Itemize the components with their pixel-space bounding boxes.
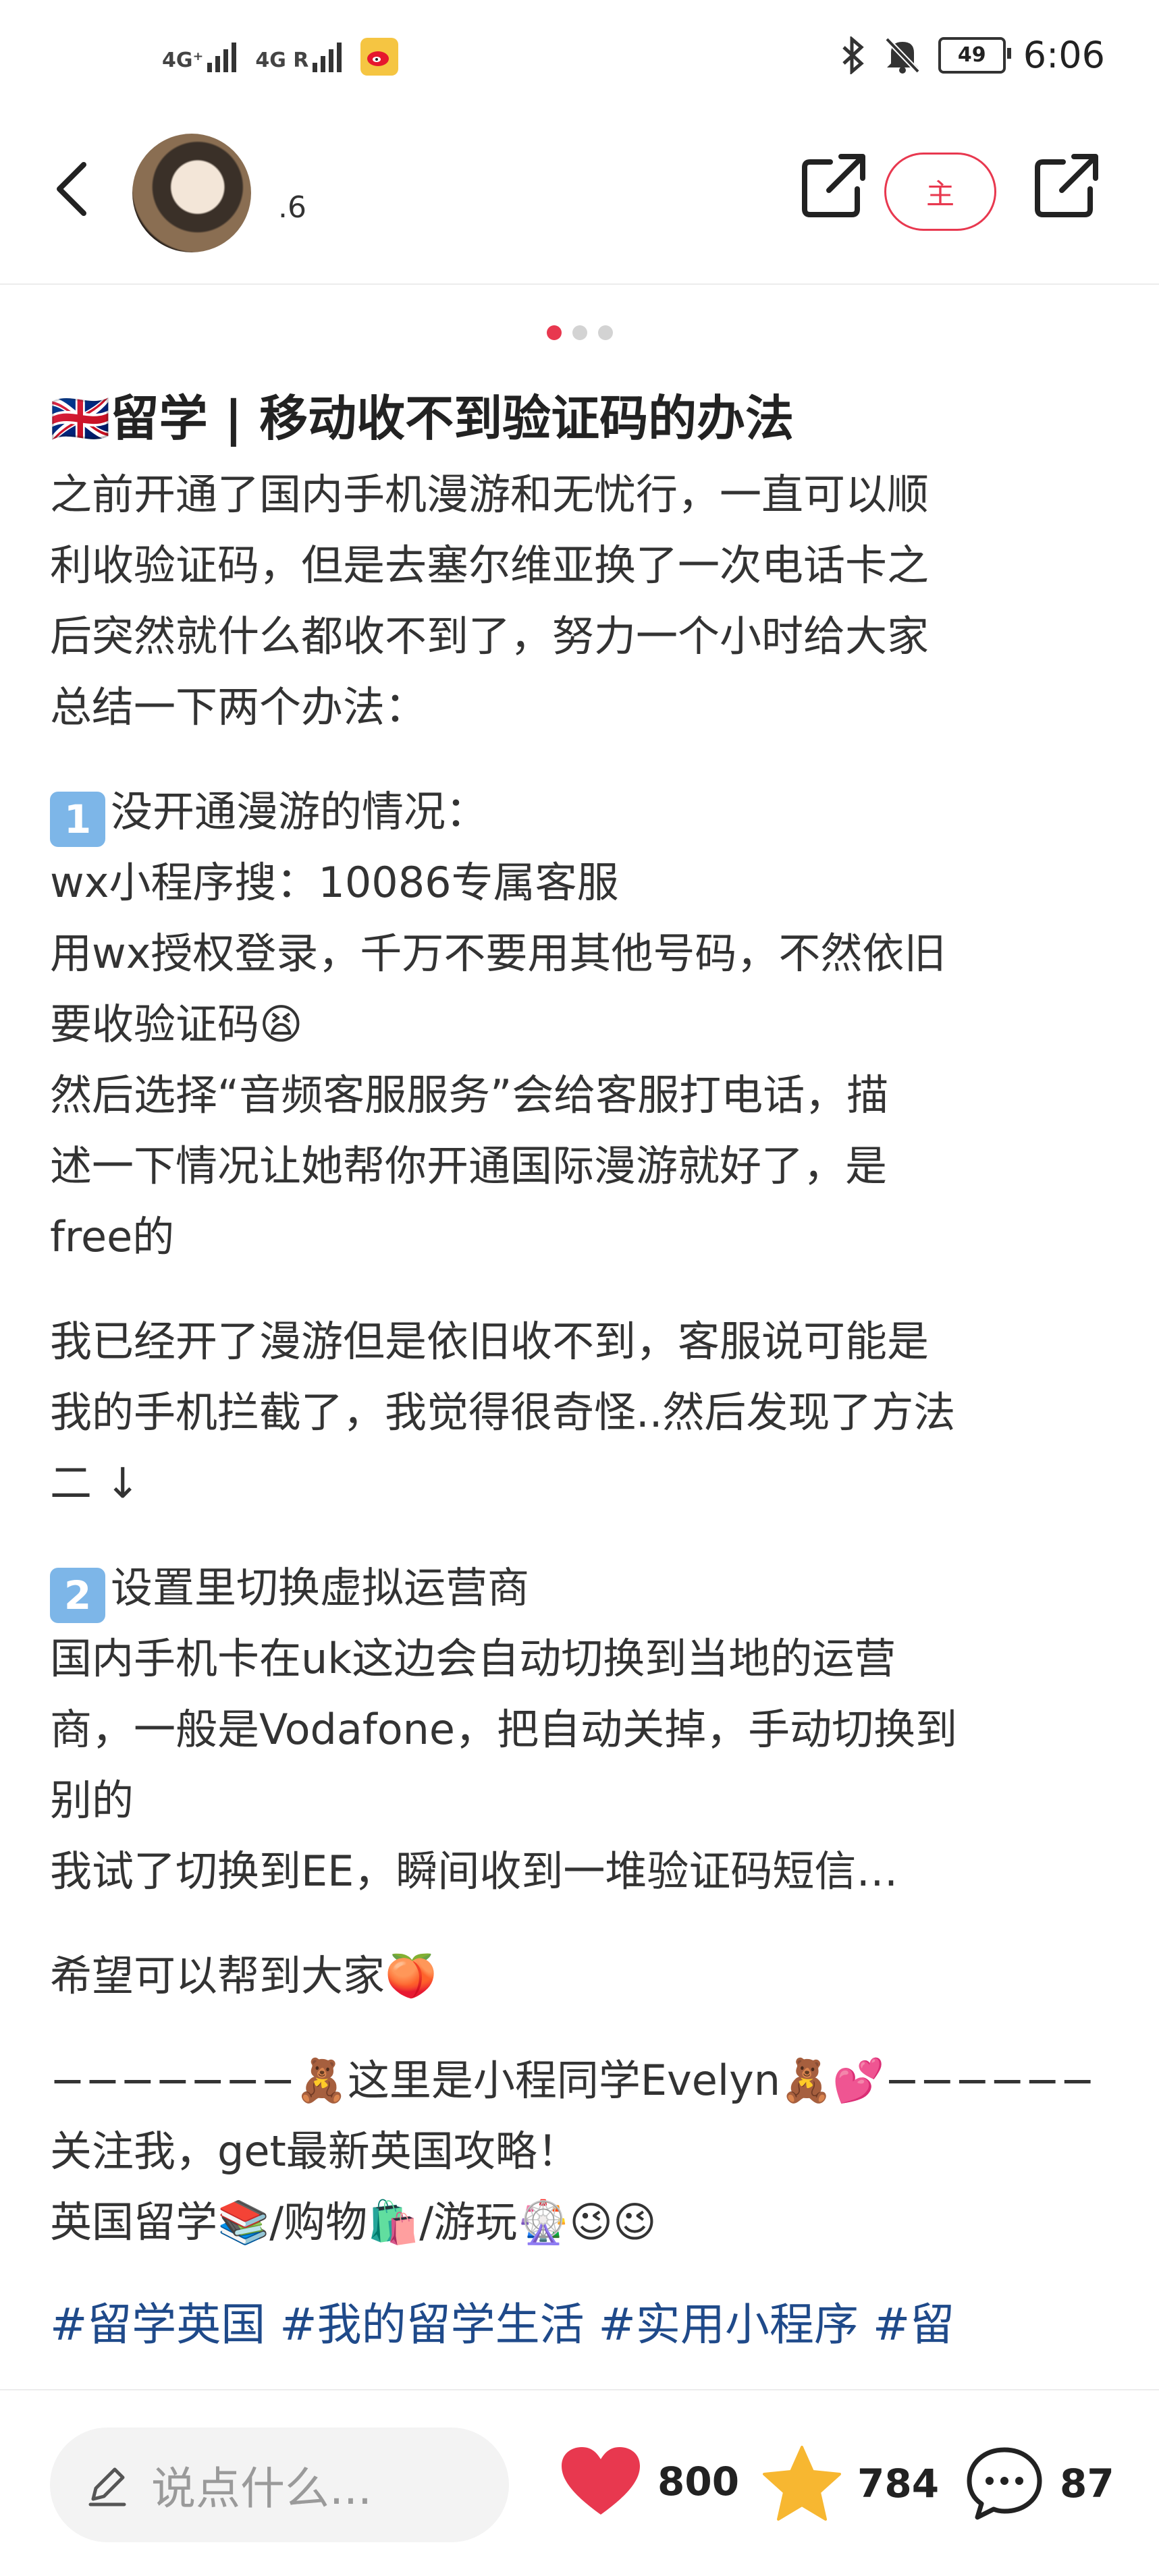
follow-label: 主 [925, 177, 954, 211]
like-button[interactable]: 800 [559, 2444, 739, 2519]
method1-line: 用wx授权登录，千万不要用其他号码，不然依旧 [50, 929, 946, 978]
clock: 6:06 [1023, 34, 1105, 76]
signature-line: −−−−−−−🧸这里是小程同学Evelyn🧸💕−−−−−− [50, 2056, 1096, 2105]
middle-line: 二 ↓ [50, 1458, 140, 1508]
status-bar-left: 4G⁺ 4G R [162, 38, 399, 76]
comment-placeholder: 说点什么... [151, 2463, 372, 2515]
bluetooth-icon [842, 36, 864, 74]
keycap-one-icon: 1 [50, 792, 105, 847]
hashtag-list[interactable]: #留学英国 #我的留学生活 #实用小程序 #留 [50, 2284, 1116, 2365]
signal-indicator-1: 4G⁺ [162, 41, 237, 72]
carousel-dot[interactable] [572, 325, 587, 340]
avatar[interactable] [132, 134, 251, 252]
follow-button[interactable]: 主 [884, 153, 996, 231]
method2-heading: 2 设置里切换虚拟运营商 [50, 1552, 1116, 1623]
star-icon [763, 2446, 841, 2521]
signal-bars-icon [313, 41, 342, 72]
intro-line: 总结一下两个办法： [50, 682, 427, 732]
comment-button[interactable]: 87 [964, 2444, 1114, 2523]
method1-line: 述一下情况让她帮你开通国际漫游就好了，是 [50, 1141, 888, 1190]
signal-label-1: 4G⁺ [162, 49, 204, 72]
method1-title: 没开通漫游的情况： [111, 787, 488, 836]
status-bar-right: 49 6:06 [840, 34, 1105, 76]
signal-bars-icon [207, 41, 237, 72]
bottom-action-bar: 说点什么... 800 784 87 [0, 2389, 1159, 2576]
battery-level: 49 [957, 43, 986, 67]
post-header: .6 主 [0, 121, 1159, 285]
carousel-dot-active[interactable] [546, 325, 562, 340]
share-icon[interactable] [797, 148, 871, 223]
method2-line: 国内手机卡在uk这边会自动切换到当地的运营 [50, 1634, 896, 1683]
signal-indicator-2: 4G R [255, 41, 342, 72]
status-bar: 4G⁺ 4G R 49 6:06 [0, 0, 1159, 121]
method2-line: 别的 [50, 1776, 134, 1825]
intro-line: 利收验证码，但是去塞尔维亚换了一次电话卡之 [50, 541, 929, 590]
author-name[interactable]: .6 [278, 190, 306, 225]
signal-label-2: 4G R [255, 49, 309, 72]
method2-line: 我试了切换到EE，瞬间收到一堆验证码短信… [50, 1846, 898, 1896]
comment-bubble-icon [967, 2447, 1042, 2520]
middle-line: 我已经开了漫游但是依旧收不到，客服说可能是 [50, 1317, 929, 1366]
carousel-indicator [0, 325, 1159, 340]
carousel-dot[interactable] [597, 325, 613, 340]
favorite-count: 784 [857, 2461, 940, 2506]
mute-icon [884, 36, 920, 74]
signature-line: 关注我，get最新英国攻略！ [50, 2127, 579, 2176]
intro-line: 之前开通了国内手机漫游和无忧行，一直可以顺 [50, 470, 929, 519]
method1-line: wx小程序搜：10086专属客服 [50, 858, 619, 907]
favorite-button[interactable]: 784 [761, 2444, 939, 2523]
method1-line: free的 [50, 1212, 175, 1261]
post-content: 🇬🇧留学 | 移动收不到验证码的办法 之前开通了国内手机漫游和无忧行，一直可以顺… [50, 378, 1116, 2365]
back-icon[interactable] [41, 155, 108, 223]
heart-icon [562, 2447, 640, 2515]
comment-count: 87 [1060, 2461, 1114, 2506]
method2-title: 设置里切换虚拟运营商 [111, 1563, 530, 1612]
like-count: 800 [657, 2459, 740, 2504]
intro-line: 后突然就什么都收不到了，努力一个小时给大家 [50, 611, 929, 661]
method2-line: 商，一般是Vodafone，把自动关掉，手动切换到 [50, 1705, 958, 1754]
weibo-icon [360, 38, 399, 76]
pen-icon [88, 2467, 126, 2506]
signature-line: 英国留学📚/购物🛍️/游玩🎡😉😉 [50, 2197, 657, 2247]
middle-line: 我的手机拦截了，我觉得很奇怪..然后发现了方法 [50, 1388, 956, 1437]
post-title: 🇬🇧留学 | 移动收不到验证码的办法 [50, 390, 794, 447]
comment-input[interactable]: 说点什么... [50, 2428, 509, 2542]
method1-line: 要收验证码😫 [50, 999, 303, 1049]
method1-heading: 1 没开通漫游的情况： [50, 776, 1116, 847]
hope-line: 希望可以帮到大家🍑 [50, 1951, 437, 2000]
method1-line: 然后选择“音频客服服务”会给客服打电话，描 [50, 1070, 889, 1120]
share-icon[interactable] [1029, 148, 1104, 223]
keycap-two-icon: 2 [50, 1568, 105, 1623]
battery-indicator: 49 [938, 36, 1011, 74]
